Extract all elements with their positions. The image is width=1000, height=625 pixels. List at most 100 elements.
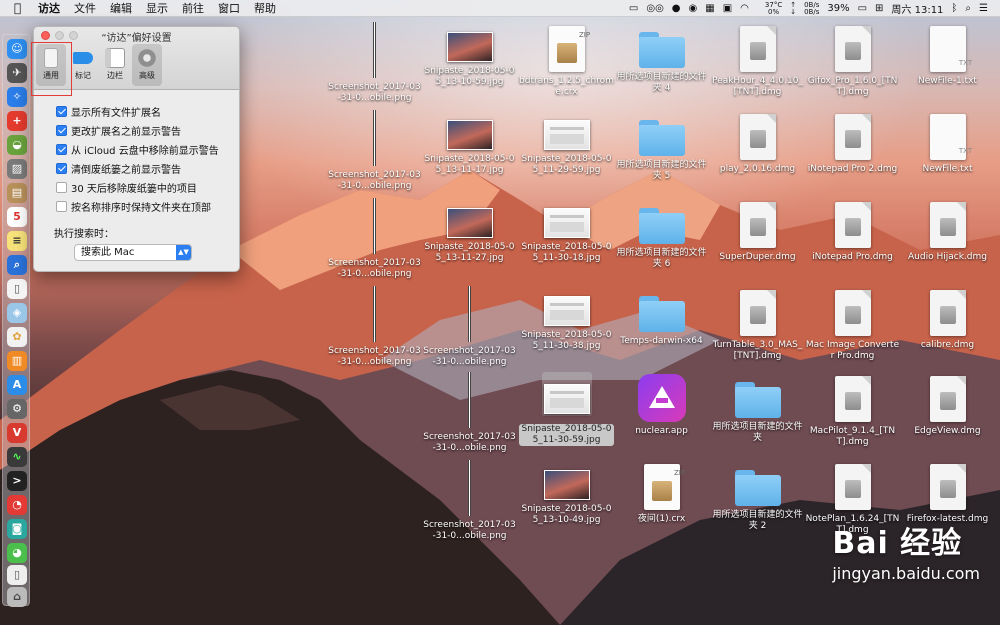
checkbox[interactable] <box>56 144 67 155</box>
safari-icon[interactable]: ✧ <box>7 87 27 107</box>
tab-advanced[interactable]: 高级 <box>132 44 162 86</box>
battery-icon[interactable]: ▭ <box>858 3 867 14</box>
option-row-1[interactable]: 更改扩展名之前显示警告 <box>56 121 239 140</box>
notes-icon[interactable]: ≡ <box>7 231 27 251</box>
desktop-file[interactable]: SuperDuper.dmg <box>710 198 805 263</box>
desktop-file[interactable]: 用所选项目新建的文件夹 6 <box>614 198 709 270</box>
desktop-file[interactable]: Gifox_Pro_1.6.0_[TNT].dmg <box>805 22 900 98</box>
menu-help[interactable]: 帮助 <box>254 0 276 16</box>
app-red-icon[interactable]: + <box>7 111 27 131</box>
desktop-file[interactable]: 用所选项目新建的文件夹 5 <box>614 110 709 182</box>
desktop-file[interactable]: Screenshot_2017-03-31-0...obile.png <box>422 460 517 542</box>
desktop-file[interactable]: Screenshot_2017-03-31-0...obile.png <box>327 110 422 192</box>
desktop-file[interactable]: Snipaste_2018-05-05_11-30-59.jpg <box>519 372 614 446</box>
grid-icon[interactable]: ▦ <box>705 3 714 14</box>
menu-edit[interactable]: 编辑 <box>110 0 132 16</box>
glasses-icon[interactable]: ◎◎ <box>646 3 663 14</box>
vivaldi-icon[interactable]: V <box>7 423 27 443</box>
checkbox[interactable] <box>56 106 67 117</box>
search-app-icon[interactable]: ⌕ <box>7 255 27 275</box>
desktop-file[interactable]: calibre.dmg <box>900 286 995 351</box>
penguin-icon[interactable]: ● <box>672 3 681 14</box>
desktop-file[interactable]: Snipaste_2018-05-05_11-29-59.jpg <box>519 110 614 176</box>
desktop-file[interactable]: iNotepad Pro.dmg <box>805 198 900 263</box>
desktop-file[interactable]: Firefox-latest.dmg <box>900 460 995 525</box>
launchpad-icon[interactable]: ✈ <box>7 63 27 83</box>
wifi-icon[interactable]: ◠ <box>740 3 749 14</box>
desktop-file[interactable]: Screenshot_2017-03-31-0...obile.png <box>422 286 517 368</box>
downloads-icon[interactable]: ▯ <box>7 565 27 585</box>
checkbox[interactable] <box>56 125 67 136</box>
checkbox[interactable] <box>56 201 67 212</box>
maps-icon[interactable]: ◈ <box>7 303 27 323</box>
app-store-icon[interactable]: A <box>7 375 27 395</box>
desktop-file[interactable]: TurnTable_3.0_MAS_[TNT].dmg <box>710 286 805 362</box>
desktop-file[interactable]: Mac Image Converter Pro.dmg <box>805 286 900 362</box>
wechat-icon[interactable]: ◉ <box>689 3 698 14</box>
desktop-file[interactable]: Snipaste_2018-05-05_13-10-59.jpg <box>422 22 517 88</box>
desktop-file[interactable]: Snipaste_2018-05-05_13-11-27.jpg <box>422 198 517 264</box>
system-preferences-icon[interactable]: ⚙ <box>7 399 27 419</box>
finder-icon[interactable]: ☺ <box>7 39 27 59</box>
document-icon[interactable]: ▯ <box>7 279 27 299</box>
desktop-file[interactable]: Temps-darwin-x64 <box>614 286 709 347</box>
desktop-file[interactable]: Screenshot_2017-03-31-0...obile.png <box>422 372 517 454</box>
tab-tags[interactable]: 标记 <box>68 44 98 86</box>
option-row-2[interactable]: 从 iCloud 云盘中移除前显示警告 <box>56 140 239 159</box>
desktop-file[interactable]: 用所选项目新建的文件夹 2 <box>710 460 805 532</box>
desktop-file[interactable]: TXT NewFile-1.txt <box>900 22 995 87</box>
menu-app-name[interactable]: 访达 <box>38 0 60 16</box>
display-icon[interactable]: ▭ <box>629 3 638 14</box>
desktop-file[interactable]: Screenshot_2017-03-31-0...obile.png <box>327 286 422 368</box>
desktop-file[interactable]: play_2.0.16.dmg <box>710 110 805 175</box>
bookmark-icon[interactable]: ▣ <box>723 3 732 14</box>
option-row-3[interactable]: 清倒废纸篓之前显示警告 <box>56 159 239 178</box>
bluetooth-icon[interactable]: ᛒ <box>951 3 957 14</box>
option-row-4[interactable]: 30 天后移除废纸篓中的项目 <box>56 178 239 197</box>
contacts-icon[interactable]: ▤ <box>7 183 27 203</box>
option-row-0[interactable]: 显示所有文件扩展名 <box>56 102 239 121</box>
menu-window[interactable]: 窗口 <box>218 0 240 16</box>
desktop-file[interactable]: EdgeView.dmg <box>900 372 995 437</box>
weibo-icon[interactable]: ◔ <box>7 495 27 515</box>
network-stat[interactable]: ↑ 0B/s ↓ 0B/s <box>790 1 819 16</box>
desktop-file[interactable]: Snipaste_2018-05-05_13-11-17.jpg <box>422 110 517 176</box>
terminal-icon[interactable]: > <box>7 471 27 491</box>
option-row-5[interactable]: 按名称排序时保持文件夹在顶部 <box>56 197 239 216</box>
temperature-stat[interactable]: 37°C 0% <box>757 1 782 16</box>
app-teal-icon[interactable]: ◙ <box>7 519 27 539</box>
desktop-file[interactable]: Screenshot_2017-03-31-0...obile.png <box>327 22 422 104</box>
desktop-file[interactable]: Snipaste_2018-05-05_11-30-18.jpg <box>519 198 614 264</box>
wechat-dock-icon[interactable]: ◕ <box>7 543 27 563</box>
checkbox[interactable] <box>56 182 67 193</box>
desktop-file[interactable]: Snipaste_2018-05-05_11-30-38.jpg <box>519 286 614 352</box>
photo-icon[interactable]: ▨ <box>7 159 27 179</box>
desktop-file[interactable]: 用所选项目新建的文件夹 <box>710 372 805 444</box>
battery-percent[interactable]: 39% <box>827 3 849 14</box>
calendar-icon[interactable]: 5 <box>7 207 27 227</box>
menu-go[interactable]: 前往 <box>182 0 204 16</box>
tab-sidebar[interactable]: 边栏 <box>100 44 130 86</box>
photos-icon[interactable]: ✿ <box>7 327 27 347</box>
android-icon[interactable]: ◒ <box>7 135 27 155</box>
spotlight-icon[interactable]: ⌕ <box>965 3 971 14</box>
desktop-file[interactable]: iNotepad Pro 2.dmg <box>805 110 900 175</box>
desktop-file[interactable]: Audio Hijack.dmg <box>900 198 995 263</box>
desktop-file[interactable]: TXT NewFile.txt <box>900 110 995 175</box>
notification-center-icon[interactable]: ☰ <box>979 3 988 14</box>
books-icon[interactable]: ▥ <box>7 351 27 371</box>
desktop-file[interactable]: Snipaste_2018-05-05_13-10-49.jpg <box>519 460 614 526</box>
menu-view[interactable]: 显示 <box>146 0 168 16</box>
desktop-file[interactable]: ZIP 夜间(1).crx <box>614 460 709 525</box>
checkbox[interactable] <box>56 163 67 174</box>
trash-icon[interactable]: ⌂ <box>7 587 27 607</box>
desktop-file[interactable]: 用所选项目新建的文件夹 4 <box>614 22 709 94</box>
search-scope-select[interactable]: 搜索此 Mac ▲▼ <box>74 244 192 261</box>
desktop-file[interactable]: PeakHour_4_4.0.10_[TNT].dmg <box>710 22 805 98</box>
menu-file[interactable]: 文件 <box>74 0 96 16</box>
desktop-file[interactable]: nuclear.app <box>614 372 709 437</box>
desktop-file[interactable]: MacPilot_9.1.4_[TNT].dmg <box>805 372 900 448</box>
desktop-file[interactable]: ZIP bdtrans_1.2.5_chrome.crx <box>519 22 614 98</box>
clock[interactable]: 周六 13:11 <box>891 1 943 16</box>
activity-monitor-icon[interactable]: ∿ <box>7 447 27 467</box>
